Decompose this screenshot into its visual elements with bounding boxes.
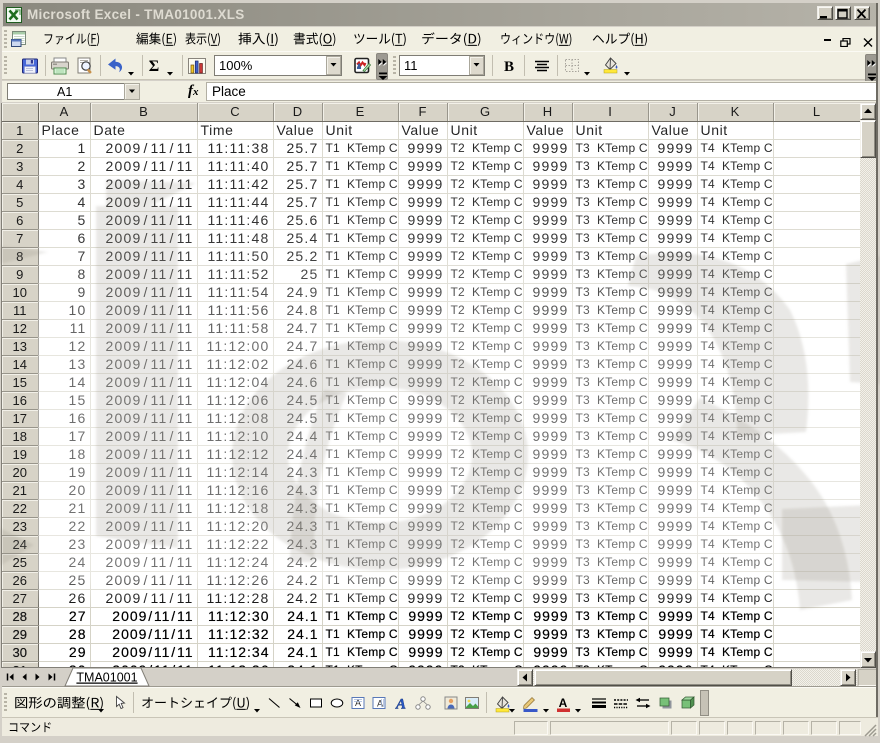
svg-text:Σ: Σ (149, 58, 159, 75)
svg-text:A: A (377, 699, 383, 709)
svg-text:B: B (504, 59, 514, 74)
svg-text:A: A (559, 696, 568, 710)
svg-text:A: A (395, 697, 406, 712)
svg-text:TMA01001: TMA01001 (76, 671, 137, 685)
